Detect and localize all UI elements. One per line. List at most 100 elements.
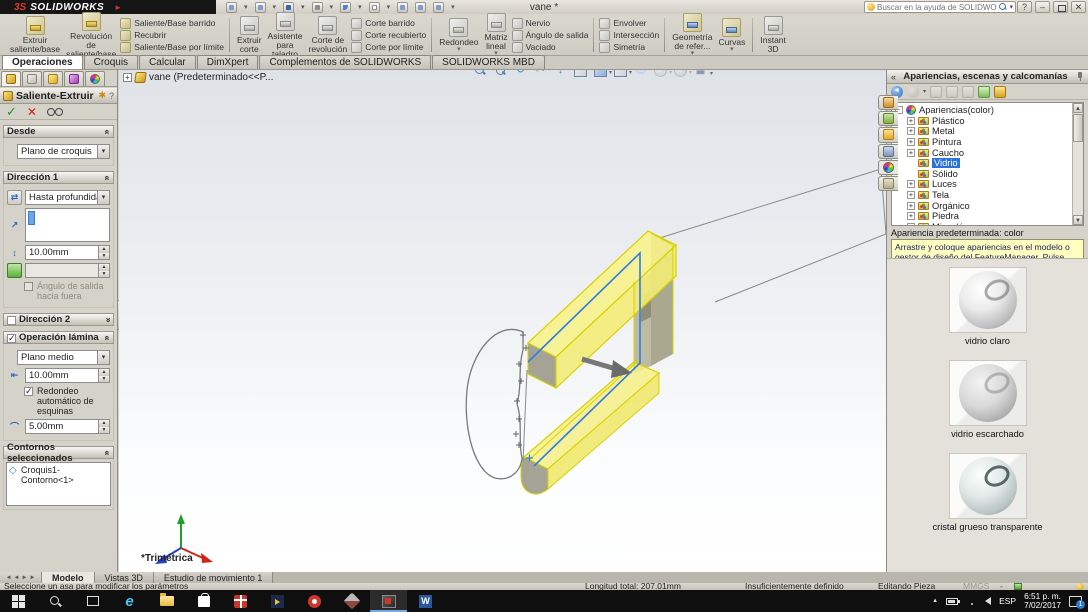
tree-root-row[interactable]: - Apariencias(color) <box>895 105 1071 116</box>
select-dropdown-icon[interactable]: ▾ <box>387 3 391 11</box>
file-explorer-button[interactable] <box>148 590 185 612</box>
options-icon[interactable] <box>433 1 445 13</box>
tree-item-miscelaneo[interactable]: +Misceláneo <box>895 222 1071 225</box>
curves-button[interactable]: Curvas ▾ <box>716 17 747 54</box>
minimize-button[interactable]: – <box>1035 1 1050 13</box>
rebuild-icon[interactable] <box>397 1 409 13</box>
tree-root-label[interactable]: Apariencias(color) <box>919 105 994 115</box>
expand-icon[interactable]: « <box>102 317 112 322</box>
undo-dropdown-icon[interactable]: ▾ <box>358 3 362 11</box>
close-button[interactable]: ✕ <box>1071 1 1086 13</box>
start-button[interactable] <box>0 590 37 612</box>
tree-item-plastico[interactable]: + Plástico <box>895 116 1071 127</box>
search-dropdown-icon[interactable]: ▾ <box>1009 3 1013 11</box>
expand-node-icon[interactable]: + <box>907 201 915 210</box>
thickness-spinner[interactable]: 10.00mm ▲ ▼ <box>25 368 110 383</box>
expand-node-icon[interactable]: + <box>907 117 915 125</box>
pm-pin-icon[interactable]: ✱ <box>98 90 106 101</box>
expand-node-icon[interactable]: + <box>907 127 915 136</box>
collapse-icon[interactable]: « <box>102 175 112 180</box>
lofted-boss-button[interactable]: Recubrir <box>120 29 224 41</box>
hole-wizard-button[interactable]: Asistente para taladro <box>266 11 305 60</box>
view-palette-tab[interactable] <box>878 143 898 159</box>
films-tv-button[interactable] <box>259 590 296 612</box>
tree-item-tela[interactable]: + Tela <box>895 190 1071 201</box>
direction2-checkbox[interactable] <box>7 315 16 325</box>
tree-item-vidrio[interactable]: Vidrio <box>895 158 1071 169</box>
reverse-direction-button[interactable]: ⇄ <box>7 190 22 205</box>
wifi-icon[interactable] <box>966 597 977 606</box>
wrap-button[interactable]: Envolver <box>599 17 659 29</box>
depth-spinner[interactable]: 10.00mm ▲ ▼ <box>25 245 110 260</box>
history-dropdown-icon[interactable]: ▾ <box>923 88 926 95</box>
select-icon[interactable] <box>368 1 380 13</box>
graphics-area[interactable]: + vane (Predeterminado<<P... ↻ ✂ ↓ ▾ ▾ 👁… <box>119 70 886 572</box>
collapse-icon[interactable]: « <box>102 450 112 455</box>
thumbnail-cristal-grueso[interactable] <box>948 453 1027 519</box>
gift-app-button[interactable] <box>222 590 259 612</box>
up-folder-icon[interactable] <box>994 85 1007 98</box>
makerbot-button[interactable] <box>296 590 333 612</box>
tree-item-metal[interactable]: + Metal <box>895 126 1071 137</box>
tree-scrollbar[interactable]: ▲ ▼ <box>1072 103 1083 225</box>
status-units[interactable]: MMGS <box>963 582 989 591</box>
linear-pattern-button[interactable]: Matriz lineal ▾ <box>482 12 509 58</box>
language-indicator[interactable]: ESP <box>999 596 1016 606</box>
reference-geometry-button[interactable]: Geometría de refer... ▾ <box>670 12 714 58</box>
search-icon[interactable] <box>999 3 1007 11</box>
task-view-button[interactable] <box>74 590 111 612</box>
expand-node-icon[interactable]: + <box>907 148 915 157</box>
3d-builder-button[interactable] <box>333 590 370 612</box>
lofted-cut-button[interactable]: Corte recubierto <box>351 29 426 41</box>
expand-node-icon[interactable]: + <box>907 180 915 189</box>
action-center-icon[interactable]: 1 <box>1069 595 1085 609</box>
tree-item-caucho[interactable]: + Caucho <box>895 147 1071 158</box>
section-thin-feature-header[interactable]: Operación lámina« <box>3 331 114 344</box>
pm-help-icon[interactable]: ? <box>109 91 114 101</box>
print-icon[interactable] <box>311 1 323 13</box>
dimxpert-manager-tab[interactable] <box>64 71 84 86</box>
contour-item[interactable]: Croquis1-Contorno<1> <box>21 465 74 485</box>
word-button[interactable]: W <box>407 590 444 612</box>
tab-solidworks-mbd[interactable]: SOLIDWORKS MBD <box>432 55 545 69</box>
boundary-cut-button[interactable]: Corte por límite <box>351 41 426 53</box>
tab-complementos[interactable]: Complementos de SOLIDWORKS <box>259 55 432 69</box>
draft-button[interactable]: Ángulo de salida <box>511 29 588 41</box>
end-condition-combobox[interactable]: Hasta profundidad es▾ <box>25 190 110 205</box>
display-manager-tab[interactable] <box>85 71 105 86</box>
collapse-icon[interactable]: « <box>102 129 112 134</box>
tab-operaciones[interactable]: Operaciones <box>2 55 83 69</box>
tree-item-piedra[interactable]: + Piedra <box>895 211 1071 222</box>
section-direction1-header[interactable]: Dirección 1 « <box>3 171 114 184</box>
revolve-boss-button[interactable]: Revolución de saliente/base <box>64 11 118 60</box>
pin-icon[interactable] <box>1075 72 1084 81</box>
refresh-icon[interactable] <box>978 85 991 98</box>
taskbar-search-button[interactable] <box>37 590 74 612</box>
expand-node-icon[interactable]: + <box>907 223 915 225</box>
resources-tab[interactable] <box>878 95 898 111</box>
fillet-button[interactable]: Redondeo ▾ <box>437 17 480 54</box>
draft-on-off-button[interactable] <box>7 263 22 278</box>
shell-button[interactable]: Vaciado <box>511 41 589 53</box>
instant3d-button[interactable]: Instant 3D <box>758 15 788 55</box>
revolved-cut-button[interactable]: Corte de revolución <box>307 15 350 55</box>
new-dropdown-icon[interactable]: ▾ <box>244 3 248 11</box>
expand-node-icon[interactable]: + <box>907 191 915 200</box>
expand-node-icon[interactable]: + <box>907 212 915 221</box>
collapse-pane-icon[interactable]: « <box>891 72 896 82</box>
swept-boss-button[interactable]: Saliente/Base barrido <box>120 17 224 29</box>
file-properties-icon[interactable] <box>415 1 427 13</box>
tree-item-solido[interactable]: Sólido <box>895 169 1071 180</box>
file-explorer-tab[interactable] <box>878 127 898 143</box>
tab-calcular[interactable]: Calcular <box>139 55 196 69</box>
thumbnail-vidrio-escarchado[interactable] <box>948 360 1027 426</box>
new-document-icon[interactable] <box>226 1 237 13</box>
custom-properties-tab[interactable] <box>878 175 898 192</box>
section-direction2-header[interactable]: Dirección 2 « <box>3 313 114 326</box>
undo-icon[interactable] <box>340 1 352 13</box>
tree-item-pintura[interactable]: + Pintura <box>895 137 1071 148</box>
tag-icon[interactable] <box>1014 583 1022 590</box>
from-plane-combobox[interactable]: Plano de croquis ▾ <box>17 144 110 159</box>
scroll-down-icon[interactable]: ▼ <box>1073 215 1083 225</box>
forward-icon[interactable] <box>907 85 919 98</box>
